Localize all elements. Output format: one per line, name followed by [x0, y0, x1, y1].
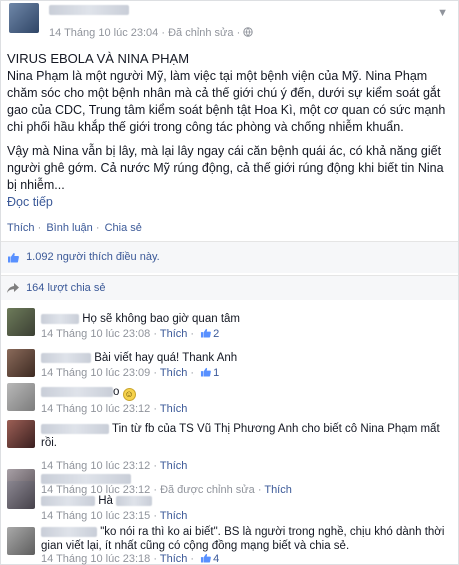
shares-count-link[interactable]: 164 lượt chia sẻ: [26, 282, 105, 294]
comment-timestamp[interactable]: 14 Tháng 10 lúc 23:15: [41, 510, 150, 522]
comment-meta: 14 Tháng 10 lúc 23:08 · Thích · 2: [41, 328, 220, 340]
comment-text: "ko nói ra thì ko ai biết". BS là người …: [41, 526, 445, 552]
comment-like-link[interactable]: Thích: [160, 553, 188, 565]
comment-text: Bài viết hay quá! Thank Anh: [94, 352, 238, 364]
comment-text: Hà: [98, 495, 113, 507]
comment-timestamp[interactable]: 14 Tháng 10 lúc 23:18: [41, 553, 150, 565]
comment-text-row: "ko nói ra thì ko ai biết". BS là người …: [41, 525, 451, 553]
meta-separator: ·: [161, 27, 166, 39]
commenter-name-redacted[interactable]: [41, 423, 109, 434]
post-timestamp[interactable]: 14 Tháng 10 lúc 23:04: [49, 27, 158, 39]
comment-like-count[interactable]: 4: [213, 553, 219, 565]
commenter-name-redacted[interactable]: [41, 313, 79, 324]
comment-like-link[interactable]: Thích: [160, 403, 188, 415]
comment-meta: 14 Tháng 10 lúc 23:12 · Thích: [41, 460, 188, 472]
comment-like-link[interactable]: Thích: [160, 328, 188, 340]
author-avatar[interactable]: [9, 3, 39, 33]
commenter-avatar[interactable]: [7, 481, 35, 509]
comment-edited-label[interactable]: Đã được chỉnh sửa: [160, 484, 255, 496]
like-link[interactable]: Thích: [7, 222, 35, 234]
thumbs-up-icon: [8, 252, 19, 263]
globe-icon: [243, 27, 254, 37]
commenter-name-redacted[interactable]: [41, 386, 113, 397]
smiley-emoji-icon: ☺: [122, 388, 136, 401]
comment-like-count[interactable]: 2: [213, 328, 219, 340]
chevron-down-icon[interactable]: ▼: [437, 7, 448, 19]
shares-summary-row: 164 lượt chia sẻ: [1, 275, 458, 300]
post-actions: Thích · Bình luận · Chia sẻ: [7, 222, 142, 234]
comment-text-row: o ☺: [41, 385, 136, 401]
comment-timestamp[interactable]: 14 Tháng 10 lúc 23:12: [41, 403, 150, 415]
see-more-link[interactable]: Đọc tiếp: [7, 195, 53, 209]
comment-meta: 14 Tháng 10 lúc 23:15 · Thích: [41, 510, 188, 522]
post-card: 14 Tháng 10 lúc 23:04 · Đã chỉnh sửa · ▼…: [0, 0, 459, 565]
commenter-avatar[interactable]: [7, 420, 35, 448]
likes-summary-row: 1.092 người thích điều này.: [1, 241, 458, 273]
comment-text-row: Hà: [41, 494, 153, 508]
comment-timestamp[interactable]: 14 Tháng 10 lúc 23:12: [41, 460, 150, 472]
comment-timestamp[interactable]: 14 Tháng 10 lúc 23:09: [41, 367, 150, 379]
comment-like-link[interactable]: Thích: [264, 484, 292, 496]
comment-like-count[interactable]: 1: [213, 367, 219, 379]
thumbs-up-icon: [201, 328, 212, 338]
likes-count-link[interactable]: 1.092 người thích điều này.: [26, 251, 160, 263]
comment-like-link[interactable]: Thích: [160, 460, 188, 472]
comment-meta: 14 Tháng 10 lúc 23:18 · Thích · 4: [41, 553, 220, 565]
comment-text-row: Tin từ fb của TS Vũ Thị Phương Anh cho b…: [41, 422, 451, 450]
comment-text: Họ sẽ không bao giờ quan tâm: [82, 313, 240, 325]
comment-link[interactable]: Bình luận: [46, 222, 92, 234]
comment-like-link[interactable]: Thích: [160, 510, 188, 522]
commenter-name-redacted[interactable]: [41, 473, 131, 484]
author-name-redacted[interactable]: [49, 5, 129, 15]
post-body: Nina Phạm là một người Mỹ, làm việc tại …: [7, 68, 453, 201]
post-paragraph: Nina Phạm là một người Mỹ, làm việc tại …: [7, 69, 446, 134]
share-link[interactable]: Chia sẻ: [105, 222, 142, 234]
thumbs-up-icon: [201, 367, 212, 377]
thumbs-up-icon: [201, 553, 212, 563]
comment-timestamp[interactable]: 14 Tháng 10 lúc 23:08: [41, 328, 150, 340]
commenter-avatar[interactable]: [7, 383, 35, 411]
comment-meta: 14 Tháng 10 lúc 23:12 · Thích: [41, 403, 188, 415]
post-edited-label[interactable]: Đã chỉnh sửa: [168, 27, 233, 39]
post-meta: 14 Tháng 10 lúc 23:04 · Đã chỉnh sửa ·: [49, 27, 254, 39]
comment-text-row: Bài viết hay quá! Thank Anh: [41, 351, 237, 365]
meta-separator: ·: [236, 27, 241, 39]
post-title: VIRUS EBOLA VÀ NINA PHẠM: [7, 51, 190, 66]
action-separator: ·: [95, 222, 100, 234]
commenter-name-redacted[interactable]: [41, 352, 91, 363]
post-header: 14 Tháng 10 lúc 23:04 · Đã chỉnh sửa · ▼: [7, 3, 452, 39]
comment-text-row: Họ sẽ không bao giờ quan tâm: [41, 312, 240, 326]
comment-text: o: [113, 386, 120, 398]
commenter-avatar[interactable]: [7, 349, 35, 377]
comment-like-link[interactable]: Thích: [160, 367, 188, 379]
action-separator: ·: [37, 222, 42, 234]
commenter-name-redacted[interactable]: [41, 526, 97, 537]
post-paragraph: Vậy mà Nina vẫn bị lây, mà lại lây ngay …: [7, 144, 444, 192]
commenter-avatar[interactable]: [7, 308, 35, 336]
commenter-name-redacted[interactable]: [116, 495, 153, 506]
commenter-name-redacted[interactable]: [41, 495, 95, 506]
commenter-avatar[interactable]: [7, 527, 35, 555]
share-icon: [7, 283, 19, 294]
comment-meta: 14 Tháng 10 lúc 23:09 · Thích · 1: [41, 367, 220, 379]
